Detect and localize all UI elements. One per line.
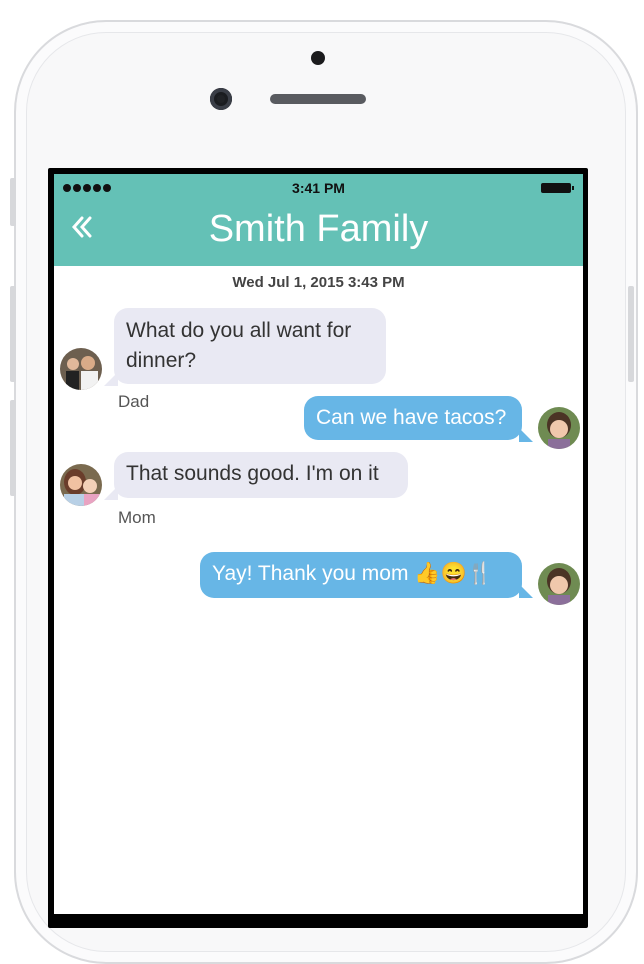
volume-down-button bbox=[10, 400, 16, 496]
avatar-me[interactable] bbox=[538, 563, 580, 605]
conversation-title: Smith Family bbox=[208, 208, 429, 250]
power-button bbox=[628, 286, 634, 382]
sender-name: Dad bbox=[118, 392, 150, 411]
avatar-dad[interactable] bbox=[60, 348, 102, 390]
message-bubble-incoming[interactable]: What do you all want for dinner? bbox=[114, 308, 386, 384]
battery-icon bbox=[541, 183, 574, 193]
status-time: 3:41 PM bbox=[292, 180, 345, 196]
side-button bbox=[10, 178, 16, 226]
volume-up-button bbox=[10, 286, 16, 382]
message-bubble-outgoing[interactable]: Yay! Thank you mom 👍😄🍴 bbox=[200, 552, 522, 598]
proximity-sensor bbox=[311, 51, 325, 65]
avatar-me[interactable] bbox=[538, 407, 580, 449]
message-bubble-incoming[interactable]: That sounds good. I'm on it bbox=[114, 452, 408, 498]
message-bubble-outgoing[interactable]: Can we have tacos? bbox=[304, 396, 522, 440]
bubble-tail bbox=[519, 428, 533, 442]
bubble-tail bbox=[519, 584, 533, 598]
navigation-bar: 3:41 PM Smith Family bbox=[54, 174, 583, 266]
avatar-mom[interactable] bbox=[60, 464, 102, 506]
sender-name: Mom bbox=[118, 508, 156, 527]
display: 3:41 PM Smith Family Wed Jul 1, 2015 3:4… bbox=[54, 174, 583, 914]
thread-date: Wed Jul 1, 2015 3:43 PM bbox=[232, 274, 405, 291]
earpiece-speaker bbox=[270, 94, 366, 104]
front-camera-icon bbox=[210, 88, 232, 110]
